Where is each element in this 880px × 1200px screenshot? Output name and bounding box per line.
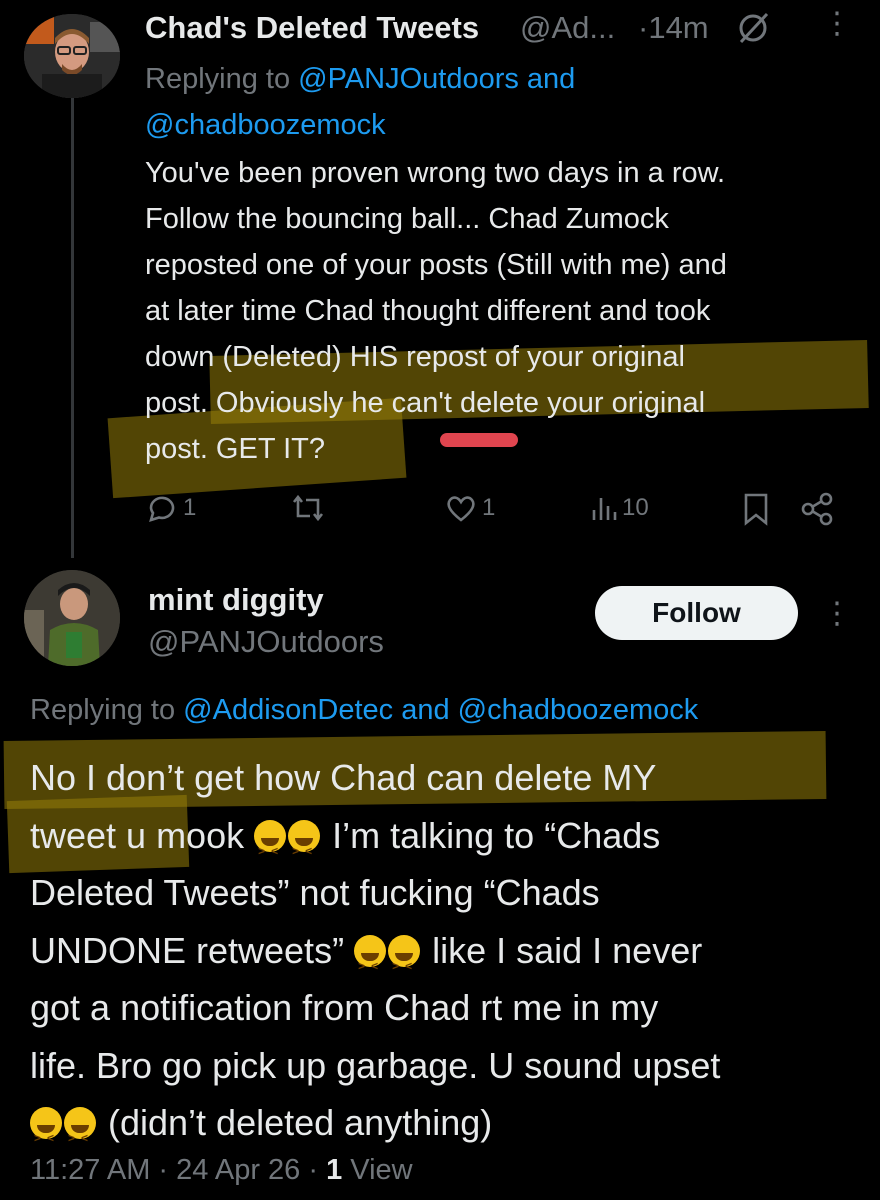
tweet-text: I’m talking to “Chads: [322, 814, 661, 856]
display-name[interactable]: mint diggity: [148, 582, 324, 618]
follow-button[interactable]: Follow: [595, 586, 798, 640]
mention-and: and: [526, 63, 576, 95]
views-button[interactable]: 10: [590, 492, 649, 524]
repost-icon: [292, 494, 324, 522]
display-name[interactable]: Chad's Deleted Tweets: [145, 10, 479, 46]
tweet-line: got a notification from Chad rt me in my: [30, 987, 659, 1028]
like-count: 1: [482, 494, 496, 521]
timestamp[interactable]: ·14m: [638, 10, 709, 46]
bookmark-button[interactable]: [742, 492, 770, 531]
tweet-line: (didn’t deleted anything): [30, 1094, 870, 1168]
views-icon: [592, 498, 617, 520]
laughing-emoji-icon: [388, 934, 421, 995]
tweet-text: (didn’t deleted anything): [98, 1102, 493, 1143]
handle[interactable]: @PANJOutdoors: [148, 624, 384, 660]
tweet-line: life. Bro go pick up garbage. U sound up…: [30, 1044, 721, 1086]
view-count: 1: [326, 1154, 343, 1186]
reply-icon: [149, 496, 175, 522]
more-options-icon[interactable]: ⋮: [822, 9, 852, 39]
tweet-text: UNDONE retweets”: [30, 929, 345, 971]
mention-chadboozemock[interactable]: @chadboozemock: [145, 109, 386, 141]
heart-icon: [447, 496, 475, 522]
replying-to: Replying to @AddisonDetec and @chadbooze…: [30, 694, 698, 727]
tweet-line: No I don’t get how Chad can delete MY: [30, 757, 657, 798]
share-icon: [801, 492, 833, 526]
reply-button[interactable]: 1: [145, 492, 196, 524]
tweet-line: tweet u mook I’m talking to “Chads: [30, 807, 870, 881]
tweet-body: You've been proven wrong two days in a r…: [145, 150, 865, 472]
repost-button[interactable]: [290, 492, 326, 524]
replying-to: Replying to @PANJOutdoors and @chadbooze…: [145, 56, 835, 148]
tweet-text: tweet u mook: [30, 814, 245, 856]
tweet-line: at later time Chad thought different and…: [145, 295, 711, 327]
view-count: 10: [622, 494, 649, 521]
tweet-line: Follow the bouncing ball... Chad Zumock: [145, 203, 669, 235]
tweet-line: reposted one of your posts (Still with m…: [145, 249, 727, 281]
bookmark-icon: [744, 493, 768, 526]
mentions[interactable]: @AddisonDetec and @chadboozemock: [183, 694, 698, 726]
laughing-emoji-icon: [64, 1107, 96, 1168]
avatar[interactable]: [24, 570, 120, 666]
replying-prefix: Replying to: [30, 694, 176, 726]
tweet-line: post. GET IT?: [145, 433, 325, 465]
laughing-emoji-icon: [354, 934, 387, 995]
tweet-line: Deleted Tweets” not fucking “Chads: [30, 872, 600, 913]
like-button[interactable]: 1: [444, 492, 495, 524]
tweet-line: You've been proven wrong two days in a r…: [145, 157, 725, 189]
rofl-emoji-icon: [288, 819, 321, 880]
tweet-body: No I don’t get how Chad can delete MY tw…: [30, 749, 870, 1168]
replying-prefix: Replying to: [145, 63, 291, 95]
grok-icon[interactable]: [735, 10, 771, 46]
thread-line: [71, 98, 74, 558]
tweet-line: post. Obviously he can't delete your ori…: [145, 387, 706, 419]
more-options-icon[interactable]: ⋮: [822, 599, 852, 629]
rofl-emoji-icon: [254, 819, 287, 880]
share-button[interactable]: [800, 492, 834, 531]
reply-count: 1: [183, 494, 197, 521]
mention-panjoutdoors[interactable]: @PANJOutdoors: [298, 63, 519, 95]
tweet-line: down (Deleted) HIS repost of your origin…: [145, 341, 685, 373]
tweet-meta: 11:27 AM · 24 Apr 26 · 1 View: [30, 1154, 413, 1187]
tweet-text: like I said I never: [422, 929, 703, 971]
handle[interactable]: @Ad...: [520, 10, 615, 46]
timestamp[interactable]: 11:27 AM · 24 Apr 26 ·: [30, 1154, 326, 1186]
avatar[interactable]: [24, 14, 120, 98]
tweet-line: UNDONE retweets” like I said I never: [30, 922, 870, 996]
laughing-emoji-icon: [30, 1107, 62, 1168]
view-label: View: [342, 1154, 413, 1186]
